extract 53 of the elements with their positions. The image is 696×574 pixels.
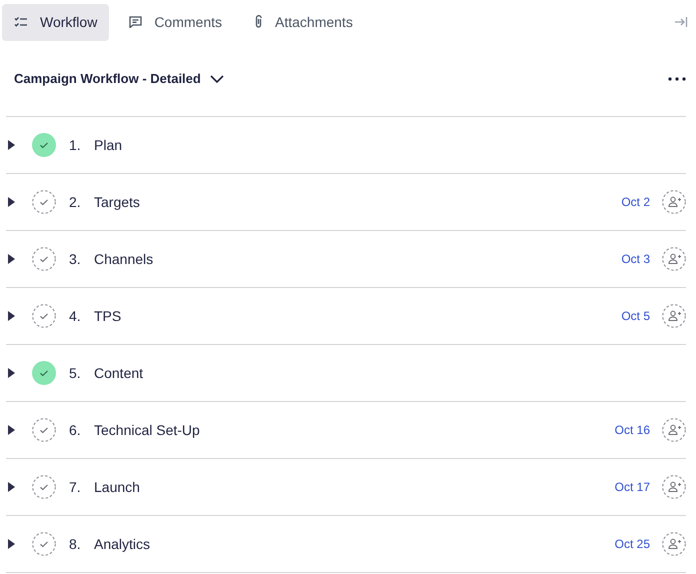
tab[interactable]: Workflow <box>2 4 110 40</box>
tab[interactable]: Attachments <box>242 4 365 40</box>
step-name[interactable]: Channels <box>94 248 154 270</box>
due-date[interactable]: Oct 16 <box>614 421 650 439</box>
due-date[interactable]: Oct 17 <box>614 478 650 496</box>
pending-check-icon[interactable] <box>32 475 56 499</box>
expand-arrow-icon[interactable] <box>8 368 15 378</box>
expand-arrow-icon[interactable] <box>8 254 15 264</box>
tab[interactable]: Comments <box>117 4 234 40</box>
step-name[interactable]: Launch <box>94 476 140 498</box>
step-name[interactable]: TPS <box>94 306 122 326</box>
assign-person-icon[interactable] <box>662 532 686 556</box>
expand-arrow-icon[interactable] <box>8 140 15 150</box>
step-name[interactable]: Technical Set-Up <box>94 420 200 440</box>
comment-icon <box>129 16 142 28</box>
due-date[interactable]: Oct 25 <box>614 535 650 553</box>
step-name[interactable]: Analytics <box>94 534 150 554</box>
expand-arrow-icon[interactable] <box>8 311 15 321</box>
step-name[interactable]: Content <box>94 362 144 384</box>
step-name[interactable]: Targets <box>94 192 140 212</box>
step-number: 1. <box>69 136 82 154</box>
due-date[interactable]: Oct 3 <box>621 250 650 268</box>
step-number: 5. <box>69 364 82 382</box>
chevron-down-icon[interactable] <box>210 75 224 83</box>
pending-check-icon[interactable] <box>32 304 56 328</box>
step-number: 8. <box>69 534 82 554</box>
step-number: 3. <box>69 250 82 268</box>
completed-check-icon[interactable] <box>32 361 56 385</box>
step-number: 7. <box>69 478 82 496</box>
pending-check-icon[interactable] <box>32 247 56 271</box>
assign-person-icon[interactable] <box>662 475 686 499</box>
pending-check-icon[interactable] <box>32 190 56 214</box>
assign-person-icon[interactable] <box>662 190 686 214</box>
step-number: 4. <box>69 306 82 326</box>
step-name[interactable]: Plan <box>94 134 122 156</box>
expand-arrow-icon[interactable] <box>8 482 15 492</box>
due-date[interactable]: Oct 2 <box>621 193 650 211</box>
expand-arrow-icon[interactable] <box>8 197 15 207</box>
completed-check-icon[interactable] <box>32 133 56 157</box>
checklist-icon <box>14 16 28 28</box>
paperclip-icon <box>254 15 263 29</box>
assign-person-icon[interactable] <box>662 304 686 328</box>
pending-check-icon[interactable] <box>32 532 56 556</box>
step-number: 6. <box>69 420 82 440</box>
assign-person-icon[interactable] <box>662 418 686 442</box>
pending-check-icon[interactable] <box>32 418 56 442</box>
expand-arrow-icon[interactable] <box>8 539 15 549</box>
step-number: 2. <box>69 192 82 212</box>
assign-person-icon[interactable] <box>662 247 686 271</box>
more-options-icon[interactable] <box>668 77 686 81</box>
workflow-title: Campaign Workflow - Detailed <box>14 70 201 88</box>
due-date[interactable]: Oct 5 <box>621 307 650 325</box>
expand-arrow-icon[interactable] <box>8 425 15 435</box>
